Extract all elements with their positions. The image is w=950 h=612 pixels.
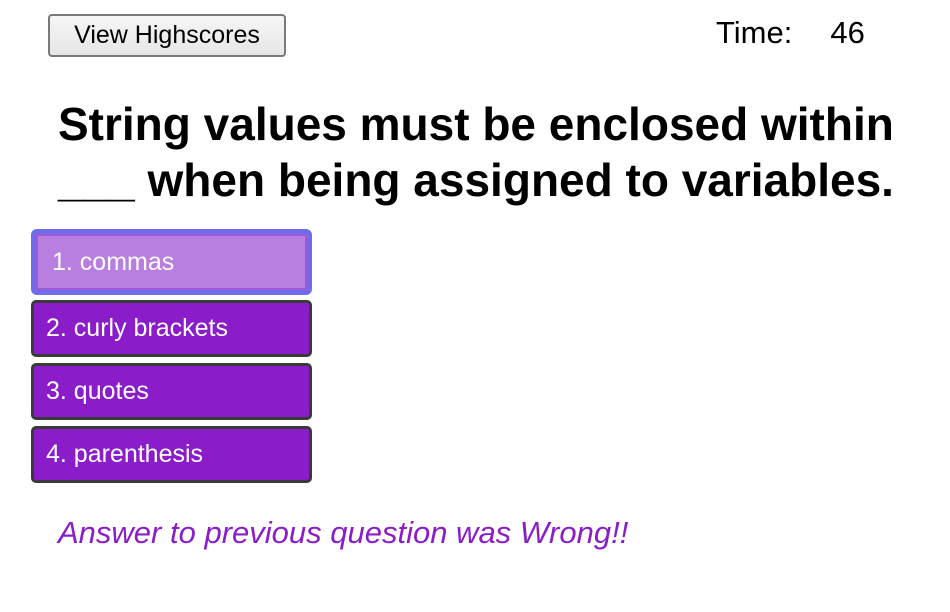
- question-text: String values must be enclosed within __…: [58, 98, 894, 206]
- answer-choice-1[interactable]: 1. commas: [31, 229, 312, 295]
- timer-label: Time:: [716, 15, 793, 50]
- previous-answer-result: Answer to previous question was Wrong!!: [58, 515, 629, 550]
- view-highscores-button[interactable]: View Highscores: [48, 14, 286, 57]
- timer: Time: 46: [716, 14, 865, 52]
- answer-choice-4[interactable]: 4. parenthesis: [31, 426, 312, 483]
- answer-choice-3[interactable]: 3. quotes: [31, 363, 312, 420]
- answer-choice-2[interactable]: 2. curly brackets: [31, 300, 312, 357]
- timer-value: 46: [830, 15, 865, 50]
